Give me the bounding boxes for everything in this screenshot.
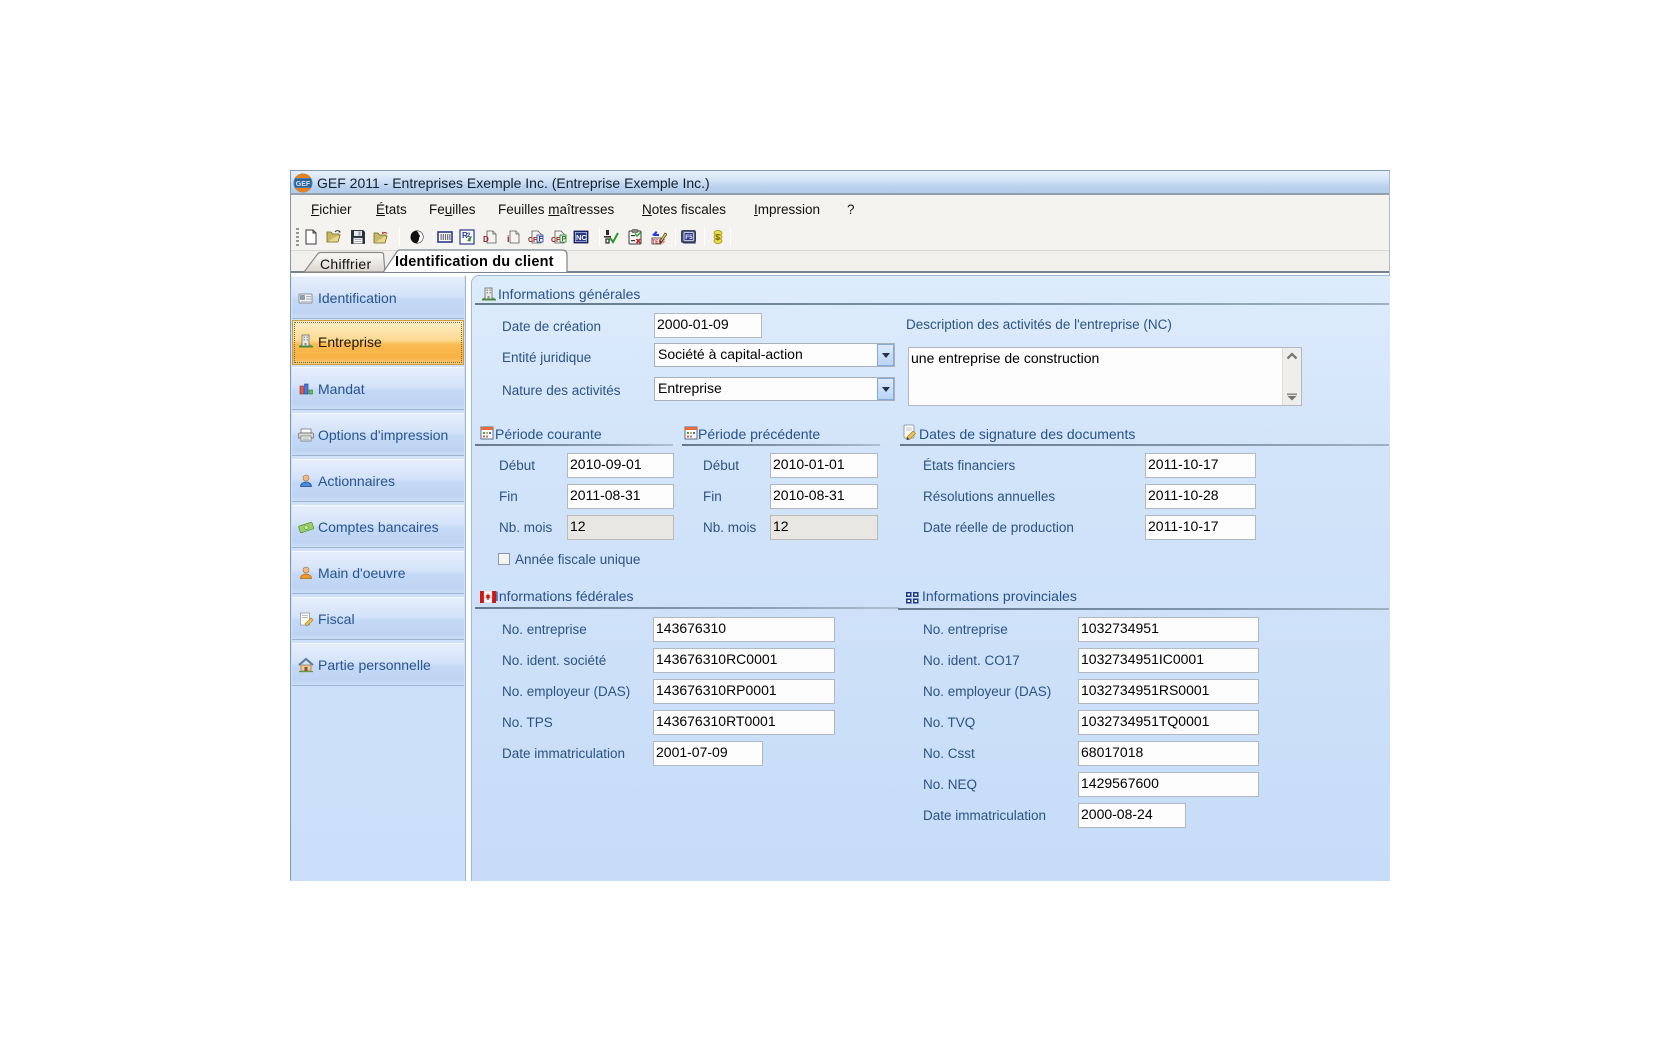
svg-text:CF: CF [551,237,561,244]
svg-text:CF: CF [528,237,538,244]
svg-text:NC: NC [576,233,587,242]
svg-text:P: P [562,236,567,243]
svg-text:i: i [507,234,510,244]
svg-text:D: D [483,235,489,244]
svg-text:F: F [539,236,544,243]
svg-text:TEDF: TEDF [652,240,665,246]
svg-text:$: $ [716,233,721,242]
svg-text:F5: F5 [685,234,693,241]
svg-text:GEF: GEF [296,181,311,188]
